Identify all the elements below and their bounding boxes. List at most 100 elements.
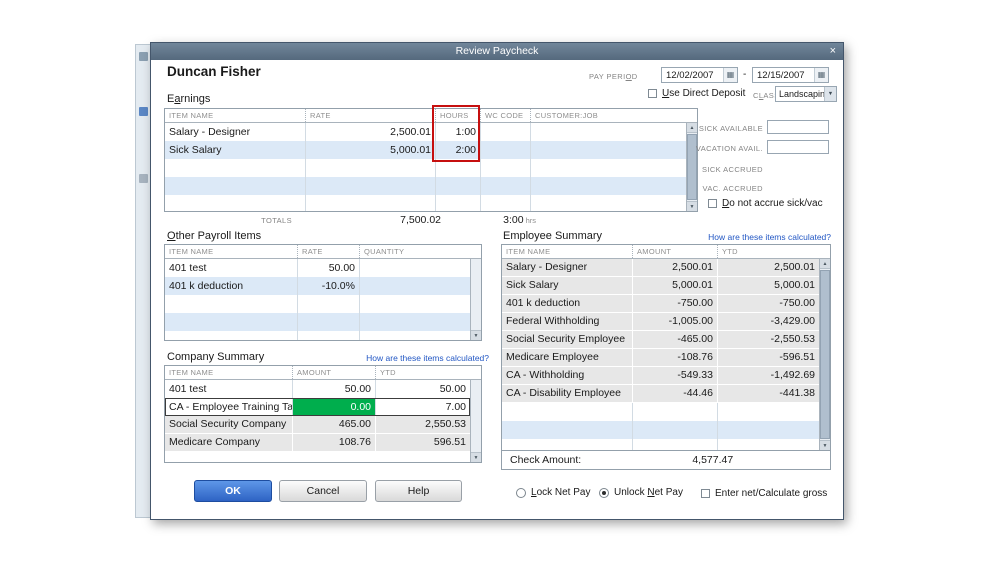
company-cell-amount[interactable]: 465.00 bbox=[292, 416, 375, 433]
employee-cell-amount[interactable]: -44.46 bbox=[632, 385, 717, 402]
ok-button[interactable]: OK bbox=[194, 480, 272, 502]
company-summary-row[interactable]: 401 test 50.00 50.00 bbox=[165, 380, 470, 398]
do-not-accrue-checkbox[interactable]: Do not accrue sick/vac bbox=[708, 198, 823, 209]
employee-cell-amount[interactable]: -1,005.00 bbox=[632, 313, 717, 330]
pay-period-end-input[interactable]: 12/15/2007 ▦ bbox=[752, 67, 829, 83]
employee-summary-link[interactable]: How are these items calculated? bbox=[621, 232, 831, 242]
dialog-titlebar[interactable]: Review Paycheck × bbox=[151, 43, 843, 60]
checkbox-icon[interactable] bbox=[708, 199, 717, 208]
employee-cell-amount[interactable]: -549.33 bbox=[632, 367, 717, 384]
other-payroll-row[interactable]: 401 k deduction -10.0% bbox=[165, 277, 470, 295]
company-cell-amount[interactable]: 108.76 bbox=[292, 434, 375, 451]
other-cell-quantity[interactable] bbox=[359, 277, 470, 295]
lock-net-pay-radio[interactable]: Lock Net Pay bbox=[516, 487, 590, 498]
earnings-col-customer-job: CUSTOMER:JOB bbox=[530, 109, 697, 122]
employee-col-amount: AMOUNT bbox=[632, 245, 717, 258]
cancel-button[interactable]: Cancel bbox=[279, 480, 367, 502]
employee-summary-row[interactable]: Salary - Designer 2,500.01 2,500.01 bbox=[502, 259, 819, 277]
scroll-down-icon[interactable]: ▼ bbox=[687, 201, 697, 211]
help-button[interactable]: Help bbox=[375, 480, 462, 502]
sick-available-label: SICK AVAILABLE bbox=[698, 124, 763, 133]
pay-period-end-value: 12/15/2007 bbox=[757, 69, 805, 81]
earnings-col-rate: RATE bbox=[305, 109, 435, 122]
employee-summary-row[interactable]: CA - Withholding -549.33 -1,492.69 bbox=[502, 367, 819, 385]
other-cell-rate[interactable]: 50.00 bbox=[297, 259, 359, 277]
earnings-empty-row[interactable] bbox=[165, 177, 686, 195]
employee-cell-amount[interactable]: -465.00 bbox=[632, 331, 717, 348]
company-summary-row[interactable]: Medicare Company 108.76 596.51 bbox=[165, 434, 470, 452]
enter-net-checkbox[interactable]: Enter net/Calculate gross bbox=[701, 488, 827, 499]
employee-summary-empty-row[interactable] bbox=[502, 439, 819, 450]
radio-selected-icon[interactable] bbox=[599, 487, 609, 498]
other-payroll-scrollbar[interactable]: ▼ bbox=[470, 259, 481, 340]
company-summary-link[interactable]: How are these items calculated? bbox=[319, 353, 489, 363]
other-cell-item[interactable]: 401 test bbox=[165, 259, 297, 277]
employee-summary-empty-row[interactable] bbox=[502, 403, 819, 421]
other-payroll-empty-row[interactable] bbox=[165, 331, 470, 340]
employee-cell-amount[interactable]: -750.00 bbox=[632, 295, 717, 312]
employee-cell-ytd: 2,500.01 bbox=[717, 259, 819, 276]
pay-period-start-value: 12/02/2007 bbox=[666, 69, 714, 81]
scroll-down-icon[interactable]: ▼ bbox=[471, 452, 481, 462]
pay-period-start-input[interactable]: 12/02/2007 ▦ bbox=[661, 67, 738, 83]
employee-summary-body: Salary - Designer 2,500.01 2,500.01 Sick… bbox=[502, 259, 819, 450]
earnings-empty-row[interactable] bbox=[165, 195, 686, 211]
other-cell-item[interactable]: 401 k deduction bbox=[165, 277, 297, 295]
sick-available-input[interactable] bbox=[767, 120, 829, 134]
unlock-net-pay-radio[interactable]: Unlock Net Pay bbox=[599, 487, 683, 498]
earnings-row[interactable]: Sick Salary 5,000.01 2:00 bbox=[165, 141, 686, 159]
vacation-avail-input[interactable] bbox=[767, 140, 829, 154]
company-cell-amount[interactable]: 50.00 bbox=[292, 380, 375, 398]
company-summary-row[interactable]: Social Security Company 465.00 2,550.53 bbox=[165, 416, 470, 434]
employee-summary-empty-row[interactable] bbox=[502, 421, 819, 439]
employee-cell-ytd: -1,492.69 bbox=[717, 367, 819, 384]
employee-col-item-name: ITEM NAME bbox=[506, 247, 551, 256]
employee-summary-row[interactable]: Sick Salary 5,000.01 5,000.01 bbox=[502, 277, 819, 295]
scrollbar-thumb[interactable] bbox=[820, 270, 830, 439]
pay-period-label: PAY PERIOD bbox=[589, 72, 638, 81]
employee-summary-row[interactable]: Medicare Employee -108.76 -596.51 bbox=[502, 349, 819, 367]
earnings-col-wc-code: WC CODE bbox=[480, 109, 530, 122]
dropdown-arrow-icon[interactable]: ▼ bbox=[824, 87, 836, 101]
other-payroll-empty-row[interactable] bbox=[165, 295, 470, 313]
earnings-empty-row[interactable] bbox=[165, 159, 686, 177]
earnings-cell-rate[interactable]: 2,500.01 bbox=[305, 123, 435, 141]
earnings-cell-wc-code[interactable] bbox=[480, 123, 530, 141]
company-selected-amount-cell[interactable]: 0.00 bbox=[292, 398, 375, 416]
use-direct-deposit-label: Use Direct Deposit bbox=[662, 88, 746, 99]
close-icon[interactable]: × bbox=[830, 44, 836, 59]
checkbox-icon[interactable] bbox=[701, 489, 710, 498]
use-direct-deposit-checkbox[interactable]: Use Direct Deposit bbox=[648, 88, 745, 99]
earnings-cell-wc-code[interactable] bbox=[480, 141, 530, 159]
employee-cell-amount[interactable]: -108.76 bbox=[632, 349, 717, 366]
calendar-icon[interactable]: ▦ bbox=[814, 68, 828, 82]
earnings-cell-item[interactable]: Salary - Designer bbox=[165, 123, 305, 141]
other-payroll-row[interactable]: 401 test 50.00 bbox=[165, 259, 470, 277]
employee-summary-scrollbar[interactable]: ▲ ▼ bbox=[819, 259, 830, 450]
employee-cell-amount[interactable]: 5,000.01 bbox=[632, 277, 717, 294]
employee-summary-row[interactable]: 401 k deduction -750.00 -750.00 bbox=[502, 295, 819, 313]
earnings-cell-item[interactable]: Sick Salary bbox=[165, 141, 305, 159]
calendar-icon[interactable]: ▦ bbox=[723, 68, 737, 82]
earnings-row[interactable]: Salary - Designer 2,500.01 1:00 bbox=[165, 123, 686, 141]
scroll-down-icon[interactable]: ▼ bbox=[471, 330, 481, 340]
employee-cell-ytd: -596.51 bbox=[717, 349, 819, 366]
checkbox-icon[interactable] bbox=[648, 89, 657, 98]
employee-summary-row[interactable]: CA - Disability Employee -44.46 -441.38 bbox=[502, 385, 819, 403]
other-cell-rate[interactable]: -10.0% bbox=[297, 277, 359, 295]
employee-summary-row[interactable]: Federal Withholding -1,005.00 -3,429.00 bbox=[502, 313, 819, 331]
employee-summary-row[interactable]: Social Security Employee -465.00 -2,550.… bbox=[502, 331, 819, 349]
radio-icon[interactable] bbox=[516, 487, 526, 498]
earnings-cell-rate[interactable]: 5,000.01 bbox=[305, 141, 435, 159]
enter-net-label: Enter net/Calculate gross bbox=[715, 488, 828, 499]
class-dropdown[interactable]: Landscaping ▼ bbox=[775, 86, 837, 102]
other-cell-quantity[interactable] bbox=[359, 259, 470, 277]
other-payroll-empty-row[interactable] bbox=[165, 313, 470, 331]
background-icon bbox=[139, 107, 148, 116]
employee-cell-amount[interactable]: 2,500.01 bbox=[632, 259, 717, 276]
scroll-down-icon[interactable]: ▼ bbox=[820, 440, 830, 450]
employee-cell-ytd: -750.00 bbox=[717, 295, 819, 312]
company-summary-selected-row[interactable]: CA - Employee Training Tax 0.00 7.00 bbox=[165, 398, 470, 416]
scroll-up-icon[interactable]: ▲ bbox=[820, 259, 830, 269]
company-summary-scrollbar[interactable]: ▼ bbox=[470, 380, 481, 462]
